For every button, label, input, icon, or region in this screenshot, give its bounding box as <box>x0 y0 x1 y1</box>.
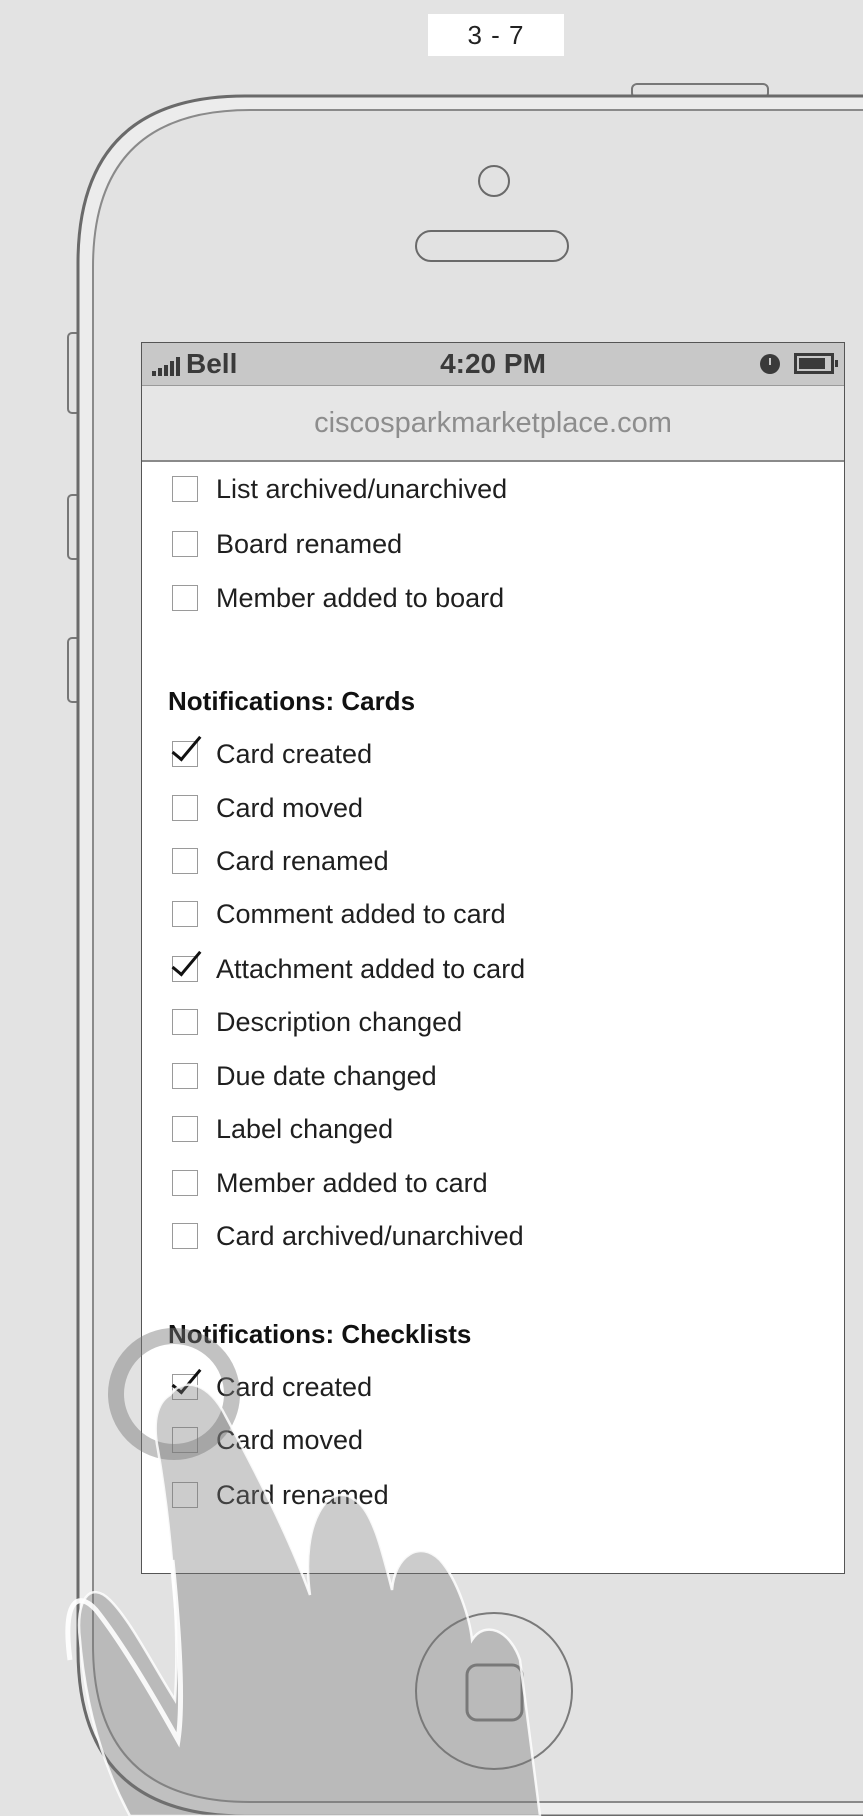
alarm-clock-icon <box>760 353 780 374</box>
checkbox[interactable] <box>172 795 198 821</box>
checkbox-item[interactable]: Description changed <box>172 1005 462 1039</box>
checkbox-item[interactable]: Label changed <box>172 1112 393 1146</box>
checkbox[interactable] <box>172 585 198 611</box>
checkbox-label: Description changed <box>216 1006 463 1037</box>
checkbox[interactable] <box>172 1116 198 1142</box>
checkbox[interactable] <box>172 531 198 557</box>
section-title-cards: Notifications: Cards <box>168 686 416 716</box>
checkbox-label: Card archived/unarchived <box>216 1220 524 1251</box>
checkbox-label: Card moved <box>216 1424 364 1455</box>
phone-screen: Bell 4:20 PM ciscosparkmarketplace.com L… <box>141 342 845 1574</box>
checkbox[interactable] <box>172 1427 198 1453</box>
checkbox-item[interactable]: Attachment added to card <box>172 952 525 986</box>
checkbox-label: Due date changed <box>216 1060 437 1091</box>
checkbox-item[interactable]: Card moved <box>172 791 363 825</box>
checkbox-label: List archived/unarchived <box>216 473 508 504</box>
checkbox-item[interactable]: Comment added to card <box>172 897 506 931</box>
status-time: 4:20 PM <box>440 348 546 379</box>
checkbox[interactable] <box>172 476 198 502</box>
checkbox-label: Card moved <box>216 792 364 823</box>
checkbox-item[interactable]: Board renamed <box>172 527 402 561</box>
checkbox-item[interactable]: Card renamed <box>172 844 389 878</box>
checkbox-item[interactable]: List archived/unarchived <box>172 472 507 506</box>
checkbox-label: Comment added to card <box>216 898 506 929</box>
checkbox[interactable] <box>172 1009 198 1035</box>
checkbox-item[interactable]: Member added to board <box>172 581 504 615</box>
checkbox-item[interactable]: Card created <box>172 1370 372 1404</box>
checkbox-item[interactable]: Card renamed <box>172 1478 389 1512</box>
checkbox-checked[interactable] <box>172 956 198 982</box>
checkbox-label: Card created <box>216 738 373 769</box>
checkbox-label: Member added to board <box>216 582 505 613</box>
checkbox-label: Member added to card <box>216 1167 488 1198</box>
checkbox[interactable] <box>172 1482 198 1508</box>
checkbox[interactable] <box>172 901 198 927</box>
checkbox-item[interactable]: Card archived/unarchived <box>172 1219 524 1253</box>
checkbox-item[interactable]: Card moved <box>172 1423 363 1457</box>
checkbox-item[interactable]: Due date changed <box>172 1059 437 1093</box>
status-bar: Bell 4:20 PM <box>142 343 844 386</box>
checkbox-item[interactable]: Card created <box>172 737 372 771</box>
checkbox-label: Card renamed <box>216 845 389 876</box>
checkbox-checked[interactable] <box>172 741 198 767</box>
battery-icon <box>794 353 838 374</box>
checkbox[interactable] <box>172 1223 198 1249</box>
checkbox-label: Board renamed <box>216 528 403 559</box>
url-bar[interactable]: ciscosparkmarketplace.com <box>142 386 844 462</box>
checkbox[interactable] <box>172 1170 198 1196</box>
checkbox-label: Label changed <box>216 1113 394 1144</box>
checkbox-label: Card created <box>216 1371 373 1402</box>
checkbox-label: Attachment added to card <box>216 953 526 984</box>
section-title-checklists: Notifications: Checklists <box>168 1319 472 1349</box>
checkbox-checked[interactable] <box>172 1374 198 1400</box>
checkbox[interactable] <box>172 1063 198 1089</box>
checkbox-item[interactable]: Member added to card <box>172 1166 488 1200</box>
checkbox-label: Card renamed <box>216 1479 389 1510</box>
checkbox[interactable] <box>172 848 198 874</box>
